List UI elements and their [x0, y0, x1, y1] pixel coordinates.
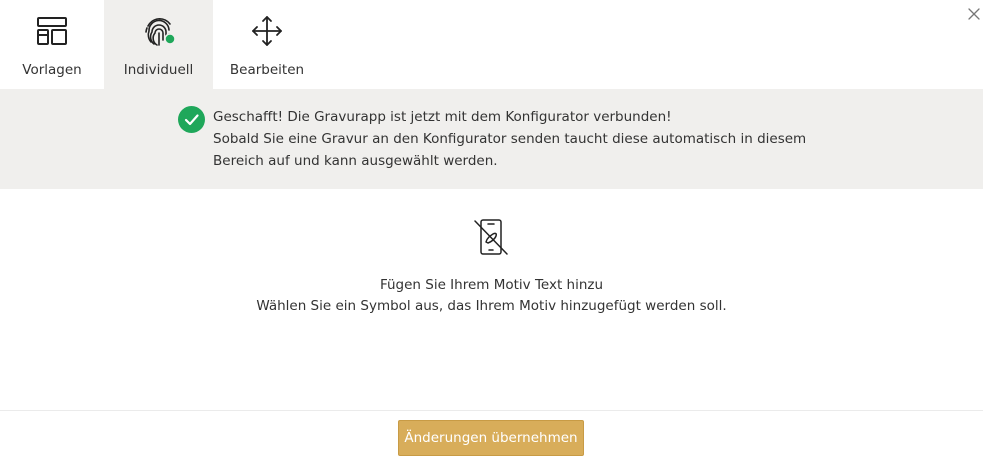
empty-state-line-2: Wählen Sie ein Symbol aus, das Ihrem Mot…: [256, 298, 727, 314]
close-icon[interactable]: [966, 6, 982, 22]
check-circle-icon: [178, 106, 205, 133]
success-banner: Geschafft! Die Gravurapp ist jetzt mit d…: [0, 89, 983, 189]
empty-state-line-1: Fügen Sie Ihrem Motiv Text hinzu: [379, 277, 604, 293]
layout-template-icon: [37, 17, 67, 45]
banner-line-1: Geschafft! Die Gravurapp ist jetzt mit d…: [213, 109, 672, 125]
move-arrows-icon: [252, 16, 282, 46]
engraving-configurator-panel: Vorlagen Individuell Bearbeiten Geschaff…: [0, 0, 983, 465]
apply-changes-button[interactable]: Änderungen übernehmen: [398, 420, 584, 456]
tab-bearbeiten[interactable]: Bearbeiten: [213, 0, 321, 89]
banner-line-2: Sobald Sie eine Gravur an den Konfigurat…: [213, 131, 807, 147]
tab-label: Vorlagen: [22, 62, 82, 78]
banner-message: Geschafft! Die Gravurapp ist jetzt mit d…: [213, 106, 806, 172]
tab-label: Bearbeiten: [229, 62, 305, 78]
fingerprint-icon: [144, 18, 176, 46]
tab-individuell[interactable]: Individuell: [104, 0, 213, 89]
empty-state-message: Fügen Sie Ihrem Motiv Text hinzu Wählen …: [0, 275, 983, 317]
footer-divider: [0, 410, 983, 411]
banner-line-3: Bereich auf und kann ausgewählt werden.: [213, 153, 498, 169]
no-phone-icon: [474, 219, 508, 255]
tab-bar: Vorlagen Individuell Bearbeiten: [0, 0, 321, 89]
tab-vorlagen[interactable]: Vorlagen: [0, 0, 104, 89]
tab-label: Individuell: [123, 62, 194, 78]
